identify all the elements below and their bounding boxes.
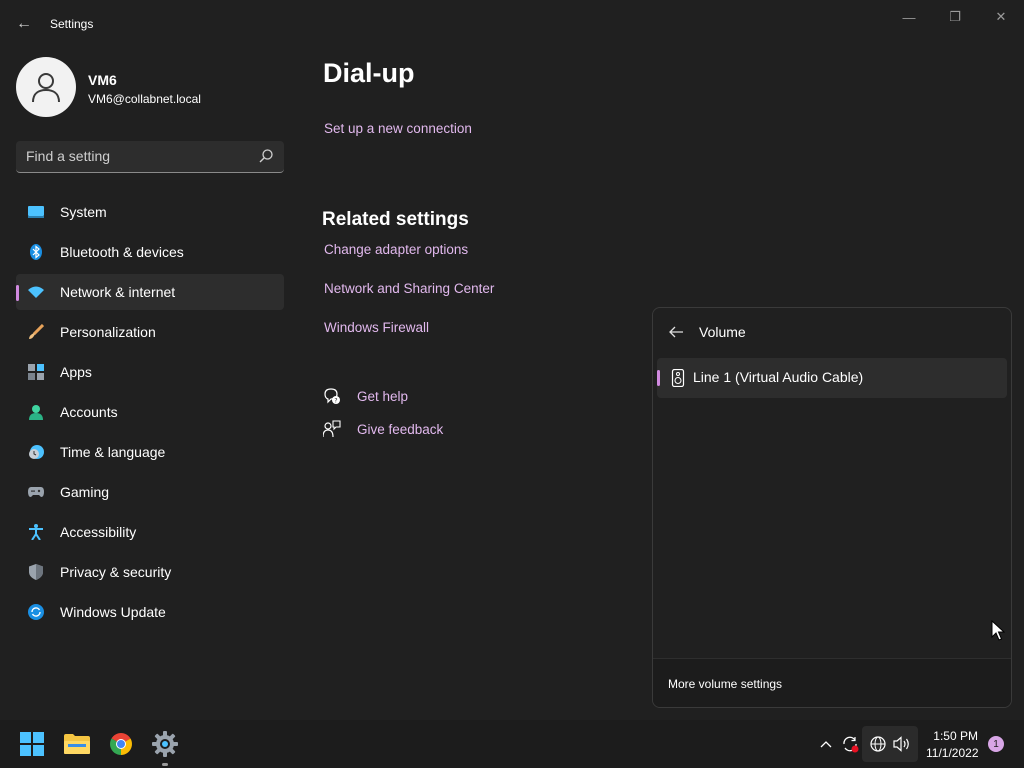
sidebar-item-apps[interactable]: Apps: [16, 354, 284, 390]
user-email: VM6@collabnet.local: [88, 92, 201, 106]
audio-device-item[interactable]: Line 1 (Virtual Audio Cable): [657, 358, 1007, 398]
accounts-icon: [28, 404, 44, 420]
time-language-icon: [28, 444, 44, 460]
globe-icon: [870, 736, 886, 752]
minimize-button[interactable]: —: [897, 8, 921, 26]
apps-icon: [28, 364, 44, 380]
sidebar-item-windows-update[interactable]: Windows Update: [16, 594, 284, 630]
speaker-icon: [671, 369, 685, 387]
network-sharing-center-link[interactable]: Network and Sharing Center: [324, 281, 494, 296]
search-box[interactable]: [16, 141, 284, 173]
sidebar-item-label: Privacy & security: [60, 564, 172, 580]
feedback-icon: [323, 420, 341, 438]
sidebar-item-label: Personalization: [60, 324, 156, 340]
bluetooth-icon: [28, 244, 44, 260]
windows-logo-icon: [20, 732, 44, 756]
update-icon: [28, 604, 44, 620]
sidebar-nav: System Bluetooth & devices Network & int…: [16, 194, 284, 634]
get-help-link[interactable]: Get help: [357, 389, 408, 404]
clock-date[interactable]: 11/1/2022: [926, 746, 979, 760]
sidebar-item-accounts[interactable]: Accounts: [16, 394, 284, 430]
app-title: Settings: [50, 17, 94, 31]
sidebar-item-label: Time & language: [60, 444, 166, 460]
sidebar-item-accessibility[interactable]: Accessibility: [16, 514, 284, 550]
sidebar-item-label: Accounts: [60, 404, 118, 420]
sidebar-item-label: Bluetooth & devices: [60, 244, 184, 260]
gamepad-icon: [28, 484, 44, 500]
back-arrow-icon: [669, 326, 683, 338]
sidebar-item-gaming[interactable]: Gaming: [16, 474, 284, 510]
sidebar-item-bluetooth[interactable]: Bluetooth & devices: [16, 234, 284, 270]
maximize-button[interactable]: ❐: [943, 8, 967, 26]
sidebar-item-system[interactable]: System: [16, 194, 284, 230]
sidebar-item-privacy[interactable]: Privacy & security: [16, 554, 284, 590]
sidebar-item-label: Windows Update: [60, 604, 166, 620]
sidebar-item-label: Gaming: [60, 484, 110, 500]
help-icon: ?: [323, 387, 341, 405]
more-volume-settings-link[interactable]: More volume settings: [668, 677, 782, 691]
sidebar-item-label: Network & internet: [60, 284, 176, 300]
search-icon[interactable]: [258, 148, 274, 164]
sidebar-item-label: Apps: [60, 364, 92, 380]
shield-icon: [28, 564, 44, 580]
flyout-footer: More volume settings: [653, 658, 1011, 707]
sync-tray-button[interactable]: [840, 734, 860, 754]
sidebar-item-label: Accessibility: [60, 524, 137, 540]
windows-firewall-link[interactable]: Windows Firewall: [324, 320, 429, 335]
speaker-volume-icon: [893, 736, 909, 752]
title-bar: ← Settings — ❐ ✕: [0, 0, 1024, 48]
avatar[interactable]: [16, 57, 76, 117]
mouse-cursor-icon: [991, 620, 1005, 641]
brush-icon: [28, 324, 44, 340]
volume-tray-icon: [892, 734, 912, 754]
wifi-icon: [28, 284, 44, 300]
svg-text:?: ?: [334, 398, 337, 405]
chrome-icon: [110, 733, 132, 755]
settings-taskbar-button[interactable]: [151, 730, 179, 758]
flyout-back-button[interactable]: [667, 323, 685, 341]
sidebar-item-time-language[interactable]: Time & language: [16, 434, 284, 470]
user-name: VM6: [88, 72, 117, 88]
volume-flyout: Volume Line 1 (Virtual Audio Cable) More…: [652, 307, 1012, 708]
gear-icon: [152, 731, 178, 757]
related-settings-heading: Related settings: [322, 209, 469, 230]
setup-connection-link[interactable]: Set up a new connection: [324, 121, 472, 136]
sidebar-item-personalization[interactable]: Personalization: [16, 314, 284, 350]
network-tray-icon: [868, 734, 888, 754]
change-adapter-options-link[interactable]: Change adapter options: [324, 242, 468, 257]
sidebar-item-label: System: [60, 204, 107, 220]
file-explorer-button[interactable]: [63, 730, 91, 758]
flyout-title: Volume: [699, 324, 746, 340]
chrome-button[interactable]: [107, 730, 135, 758]
user-icon: [32, 73, 60, 103]
show-hidden-icons-button[interactable]: [816, 734, 836, 754]
back-button[interactable]: ←: [12, 12, 36, 36]
search-input[interactable]: [26, 148, 246, 164]
accessibility-icon: [28, 524, 44, 540]
give-feedback-link[interactable]: Give feedback: [357, 422, 443, 437]
taskbar: 1:50 PM 11/1/2022 1: [0, 720, 1024, 768]
page-title: Dial-up: [323, 58, 415, 88]
give-feedback-row[interactable]: Give feedback: [323, 418, 443, 440]
sync-icon: [843, 736, 859, 753]
sidebar-item-network[interactable]: Network & internet: [16, 274, 284, 310]
folder-icon: [64, 734, 90, 754]
clock-time[interactable]: 1:50 PM: [926, 729, 978, 743]
system-icon: [28, 204, 44, 220]
notification-badge[interactable]: 1: [988, 736, 1004, 752]
get-help-row[interactable]: ? Get help: [323, 385, 408, 407]
audio-device-label: Line 1 (Virtual Audio Cable): [693, 369, 864, 385]
active-app-indicator: [162, 763, 168, 766]
start-button[interactable]: [18, 730, 46, 758]
close-button[interactable]: ✕: [989, 8, 1013, 26]
chevron-up-icon: [820, 741, 832, 748]
